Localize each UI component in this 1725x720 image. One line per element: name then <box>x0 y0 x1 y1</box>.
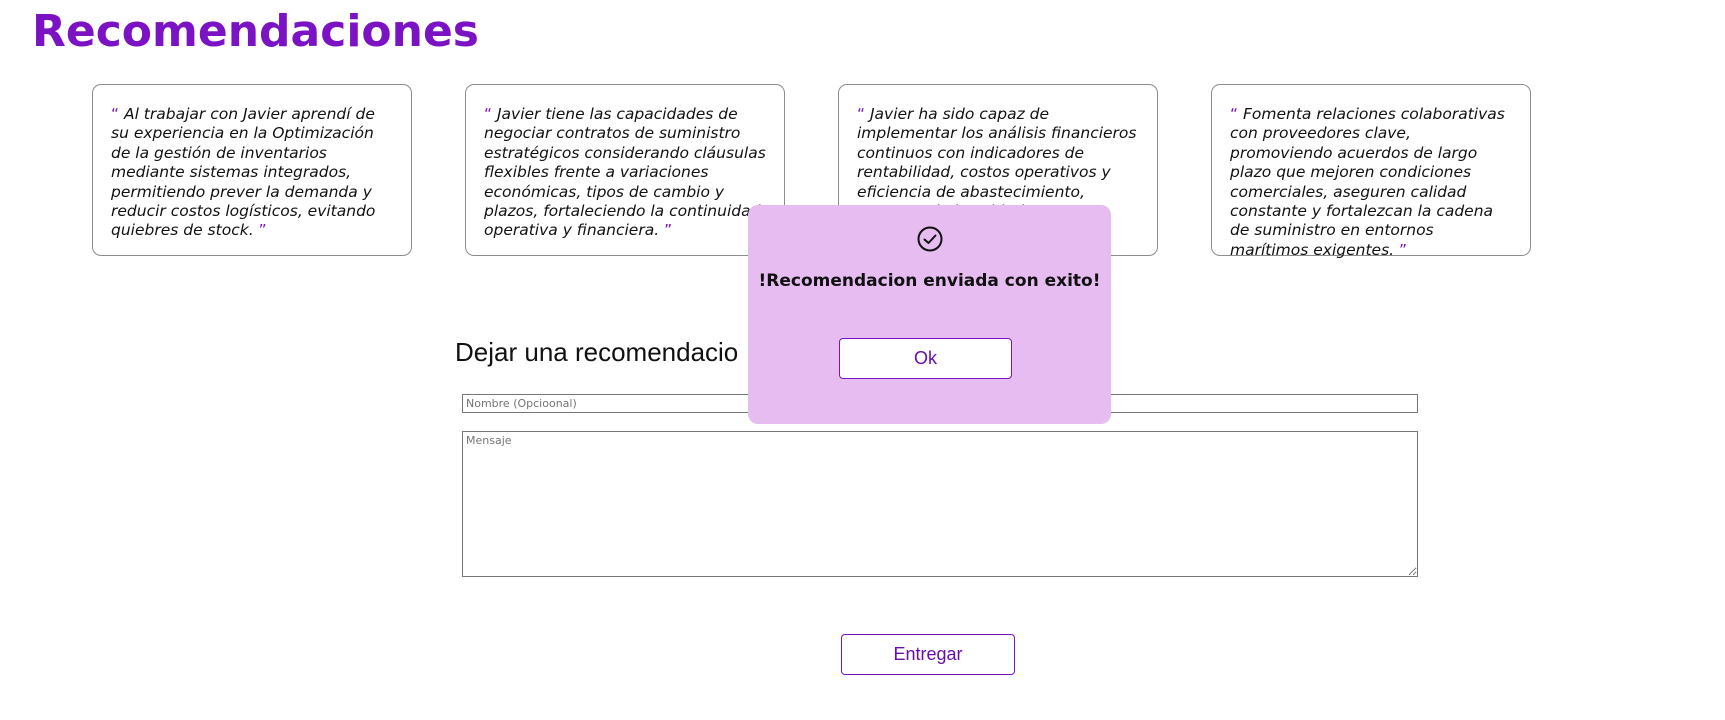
close-quote: ” <box>258 221 267 240</box>
recommendation-body: Al trabajar con Javier aprendí de su exp… <box>111 105 376 240</box>
submit-button[interactable]: Entregar <box>841 634 1015 675</box>
ok-button[interactable]: Ok <box>839 338 1012 379</box>
recommendation-card: “ Al trabajar con Javier aprendí de su e… <box>92 84 412 256</box>
form-title: Dejar una recomendacio <box>455 337 739 367</box>
message-textarea[interactable] <box>462 431 1418 577</box>
close-quote: ” <box>664 221 673 240</box>
check-circle-icon <box>916 225 944 253</box>
open-quote: “ <box>857 105 866 123</box>
recommendation-text: “ Al trabajar con Javier aprendí de su e… <box>111 105 395 241</box>
modal-message: !Recomendacion enviada con exito! <box>758 271 1101 291</box>
open-quote: “ <box>484 105 493 123</box>
open-quote: “ <box>1230 105 1239 123</box>
recommendation-text: “ Javier tiene las capacidades de negoci… <box>484 105 768 241</box>
recommendation-card: “ Fomenta relaciones colaborativas con p… <box>1211 84 1531 259</box>
recommendation-body: Javier tiene las capacidades de negociar… <box>484 105 766 240</box>
success-modal: !Recomendacion enviada con exito! Ok <box>748 205 1111 424</box>
recommendation-card: “ Javier tiene las capacidades de negoci… <box>465 84 785 256</box>
close-quote: ” <box>1399 240 1408 259</box>
open-quote: “ <box>111 105 120 123</box>
recommendation-body: Fomenta relaciones colaborativas con pro… <box>1230 105 1505 259</box>
recommendation-text: “ Fomenta relaciones colaborativas con p… <box>1230 105 1514 260</box>
page-title: Recomendaciones <box>32 6 479 57</box>
